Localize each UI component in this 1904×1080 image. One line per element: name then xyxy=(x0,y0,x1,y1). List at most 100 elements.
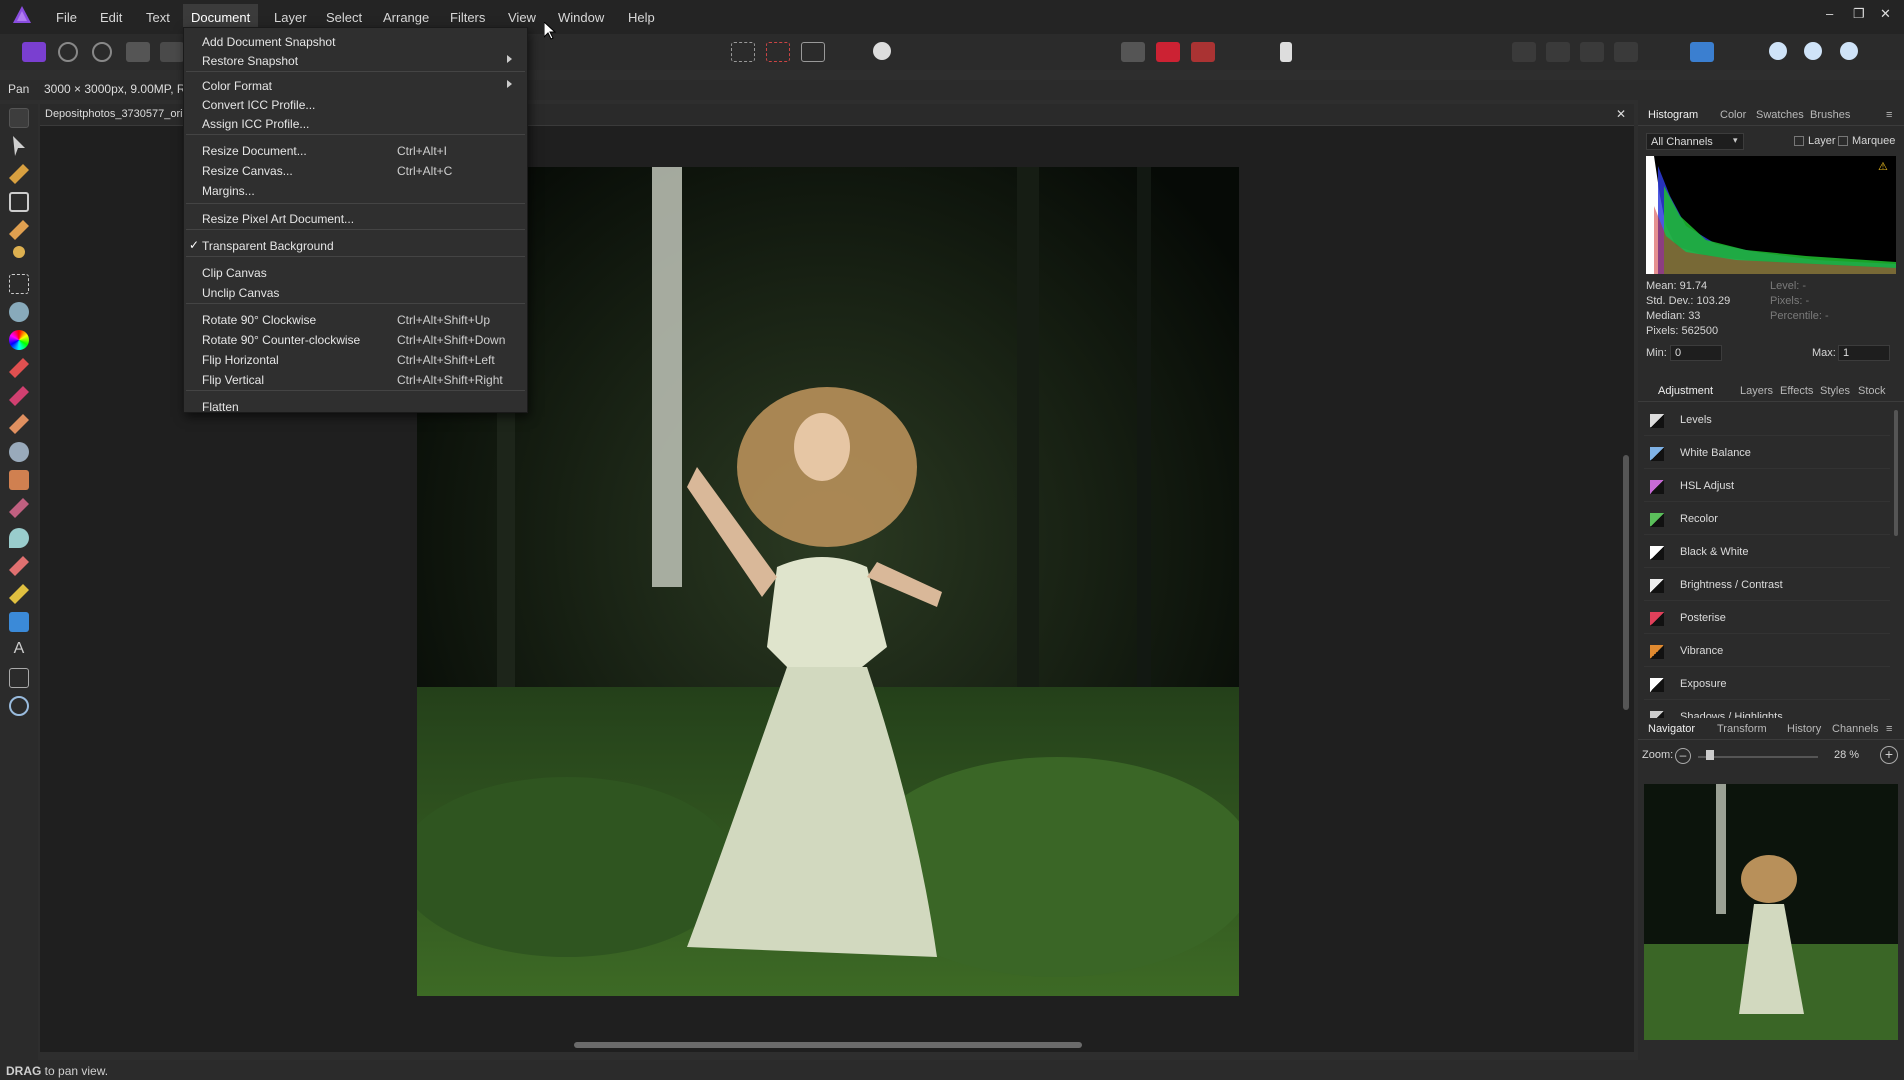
tab-histogram[interactable]: Histogram xyxy=(1648,109,1698,121)
document-menu-item[interactable]: Flip Vertical Ctrl+Alt+Shift+Right xyxy=(184,370,527,390)
tone-mapping-persona-icon[interactable] xyxy=(126,42,150,62)
navigator-preview[interactable] xyxy=(1644,784,1898,1040)
adjustment-item[interactable]: HSL Adjust xyxy=(1644,472,1890,502)
adjustment-item[interactable]: Exposure xyxy=(1644,670,1890,700)
red-eye-tool-icon[interactable] xyxy=(9,498,29,518)
smudge-brush-icon[interactable] xyxy=(9,556,29,576)
document-menu-item[interactable]: Rotate 90° Counter-clockwise Ctrl+Alt+Shi… xyxy=(184,330,527,350)
marquee-select-icon[interactable] xyxy=(731,42,755,62)
horizontal-scrollbar[interactable] xyxy=(574,1042,1082,1048)
assistant-icon[interactable] xyxy=(1280,42,1292,62)
pen-tool-icon[interactable] xyxy=(9,584,29,604)
text-tool-icon[interactable]: A xyxy=(9,640,29,660)
menu-filters[interactable]: Filters xyxy=(446,8,489,27)
menu-file[interactable]: File xyxy=(52,8,81,27)
menu-arrange[interactable]: Arrange xyxy=(379,8,433,27)
hand-tool-icon[interactable] xyxy=(9,108,29,128)
panel-menu-icon[interactable]: ≡ xyxy=(1886,723,1892,735)
tab-channels[interactable]: Channels xyxy=(1832,723,1878,735)
arrange-front-icon[interactable] xyxy=(1614,42,1638,62)
boolean-subtract-icon[interactable] xyxy=(1804,42,1822,60)
tab-stock[interactable]: Stock xyxy=(1858,385,1886,397)
zoom-slider[interactable] xyxy=(1698,756,1818,758)
close-document-icon[interactable]: ✕ xyxy=(1616,107,1626,121)
tab-swatches[interactable]: Swatches xyxy=(1756,109,1804,121)
arrange-backward-icon[interactable] xyxy=(1546,42,1570,62)
document-menu-item[interactable]: Assign ICC Profile... xyxy=(184,114,527,134)
color-replacement-icon[interactable] xyxy=(9,386,29,406)
export-persona-icon[interactable] xyxy=(160,42,184,62)
erase-brush-icon[interactable] xyxy=(9,414,29,434)
photo-persona-icon[interactable] xyxy=(22,42,46,62)
adjustment-item[interactable]: Levels xyxy=(1644,406,1890,436)
document-menu-item[interactable]: Resize Canvas... Ctrl+Alt+C xyxy=(184,161,527,181)
document-menu-item[interactable]: ✓ Transparent Background xyxy=(184,236,527,256)
adjustment-item[interactable]: Black & White xyxy=(1644,538,1890,568)
layer-checkbox[interactable] xyxy=(1794,136,1804,146)
develop-persona-icon[interactable] xyxy=(92,42,112,62)
zoom-value[interactable]: 28 % xyxy=(1834,749,1859,761)
tab-styles[interactable]: Styles xyxy=(1820,385,1850,397)
selection-brush-icon[interactable] xyxy=(9,220,29,240)
zoom-slider-handle[interactable] xyxy=(1706,750,1714,760)
menu-text[interactable]: Text xyxy=(142,8,174,27)
blur-brush-icon[interactable] xyxy=(9,528,29,548)
arrange-forward-icon[interactable] xyxy=(1580,42,1604,62)
grid-icon[interactable] xyxy=(1121,42,1145,62)
gradient-tool-icon[interactable] xyxy=(9,330,29,350)
invert-selection-icon[interactable] xyxy=(801,42,825,62)
menu-select[interactable]: Select xyxy=(322,8,366,27)
deselect-icon[interactable] xyxy=(766,42,790,62)
zoom-out-icon[interactable]: – xyxy=(1675,748,1691,764)
adjustment-scrollbar[interactable] xyxy=(1894,410,1898,536)
dodge-tool-icon[interactable] xyxy=(9,442,29,462)
document-menu-item[interactable]: Flatten xyxy=(184,397,527,417)
align-icon[interactable] xyxy=(1690,42,1714,62)
snapping-icon[interactable] xyxy=(1156,42,1180,62)
move-tool-icon[interactable] xyxy=(13,136,25,156)
close-window-icon[interactable]: ✕ xyxy=(1880,6,1891,22)
document-menu-item[interactable]: Restore Snapshot xyxy=(184,51,527,71)
rectangle-tool-icon[interactable] xyxy=(9,612,29,632)
adjustment-item[interactable]: Vibrance xyxy=(1644,637,1890,667)
adjustment-item[interactable]: White Balance xyxy=(1644,439,1890,469)
min-field[interactable] xyxy=(1670,345,1722,361)
panel-menu-icon[interactable]: ≡ xyxy=(1886,109,1892,121)
canvas-image[interactable] xyxy=(417,167,1239,996)
tab-adjustment[interactable]: Adjustment xyxy=(1658,385,1713,397)
clone-tool-icon[interactable] xyxy=(9,470,29,490)
menu-edit[interactable]: Edit xyxy=(96,8,126,27)
crop-tool-icon[interactable] xyxy=(9,192,29,212)
tab-color[interactable]: Color xyxy=(1720,109,1746,121)
tab-history[interactable]: History xyxy=(1787,723,1821,735)
tab-effects[interactable]: Effects xyxy=(1780,385,1813,397)
arrange-back-icon[interactable] xyxy=(1512,42,1536,62)
flood-fill-icon[interactable] xyxy=(9,302,29,322)
paint-brush-icon[interactable] xyxy=(9,358,29,378)
tab-layers[interactable]: Layers xyxy=(1740,385,1773,397)
document-menu-item[interactable]: Rotate 90° Clockwise Ctrl+Alt+Shift+Up xyxy=(184,310,527,330)
flood-select-icon[interactable] xyxy=(13,246,25,258)
boolean-intersect-icon[interactable] xyxy=(1840,42,1858,60)
document-menu-item[interactable]: Flip Horizontal Ctrl+Alt+Shift+Left xyxy=(184,350,527,370)
minimize-icon[interactable]: – xyxy=(1826,6,1833,21)
menu-help[interactable]: Help xyxy=(624,8,659,27)
menu-view[interactable]: View xyxy=(504,8,540,27)
marquee-checkbox[interactable] xyxy=(1838,136,1848,146)
document-menu-item[interactable]: Resize Document... Ctrl+Alt+I xyxy=(184,141,527,161)
menu-layer[interactable]: Layer xyxy=(270,8,311,27)
menu-window[interactable]: Window xyxy=(554,8,608,27)
boolean-add-icon[interactable] xyxy=(1769,42,1787,60)
rectangular-marquee-icon[interactable] xyxy=(9,274,29,294)
adjustment-item[interactable]: Brightness / Contrast xyxy=(1644,571,1890,601)
document-menu-item[interactable]: Resize Pixel Art Document... xyxy=(184,209,527,229)
tab-transform[interactable]: Transform xyxy=(1717,723,1767,735)
document-menu-item[interactable]: Clip Canvas xyxy=(184,263,527,283)
color-picker-tool-icon[interactable] xyxy=(9,164,29,184)
restore-icon[interactable]: ❐ xyxy=(1853,6,1865,22)
tab-brushes[interactable]: Brushes xyxy=(1810,109,1850,121)
document-menu-item[interactable]: Add Document Snapshot xyxy=(184,32,527,52)
document-menu-item[interactable]: Color Format xyxy=(184,76,527,96)
affinity-photo-logo-icon[interactable] xyxy=(12,5,32,25)
adjustment-item[interactable]: Shadows / Highlights xyxy=(1644,703,1890,718)
